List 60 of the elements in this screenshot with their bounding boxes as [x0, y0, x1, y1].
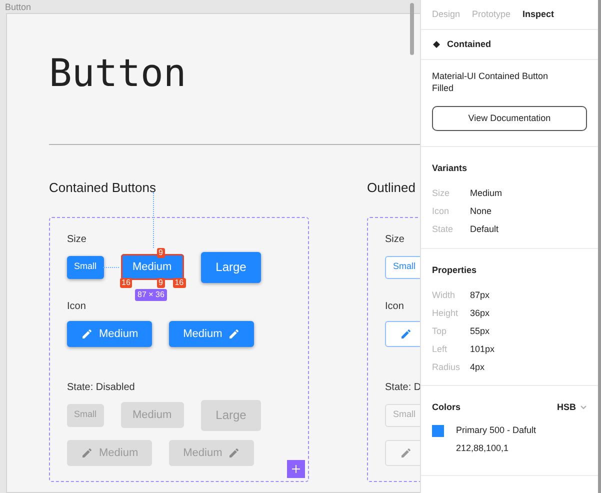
group-label: Icon	[67, 300, 87, 314]
property-value: Medium	[470, 186, 502, 200]
pencil-icon	[400, 328, 412, 340]
component-name: Contained	[447, 38, 491, 51]
button[interactable]: Medium	[67, 321, 152, 347]
pencil-icon	[400, 447, 412, 459]
button[interactable]: Medium	[169, 321, 254, 347]
page-title: Button	[49, 51, 186, 95]
group-label: State: Disabled	[67, 381, 136, 395]
panel-tab[interactable]: Design	[432, 8, 460, 22]
property-value: None	[470, 204, 492, 218]
chevron-down-icon	[580, 405, 587, 410]
color-value: 212,88,100,1	[456, 442, 510, 455]
pencil-icon	[228, 447, 240, 459]
component-icon	[433, 41, 440, 48]
property-label: Size	[432, 186, 451, 200]
group-label: Icon	[385, 300, 405, 314]
button[interactable]	[385, 321, 420, 347]
property-label: Icon	[432, 204, 450, 218]
property-value: 87px	[470, 288, 490, 302]
property-label: Top	[432, 324, 448, 338]
group-label: Size	[385, 233, 406, 247]
property-value: Default	[470, 222, 499, 236]
property-value: 55px	[470, 324, 490, 338]
button[interactable]: Small	[385, 256, 420, 278]
property-label: Radius	[432, 360, 462, 374]
section-heading: Variants	[432, 162, 468, 175]
color-name: Primary 500 - Dafult	[456, 424, 536, 437]
scrollbar-thumb[interactable]	[410, 3, 414, 55]
add-variant-button[interactable]	[287, 460, 305, 478]
pencil-icon	[228, 328, 240, 340]
spacing-label: 16	[120, 278, 132, 288]
size-label: 87 × 36	[134, 289, 168, 301]
section-heading: Contained Buttons	[49, 179, 157, 196]
property-value: 36px	[470, 306, 490, 320]
pencil-icon	[81, 328, 93, 340]
spacing-label: 16	[172, 278, 186, 288]
button[interactable]: Small	[67, 256, 104, 278]
property-value: 101px	[470, 342, 495, 356]
property-label: State	[432, 222, 454, 236]
group-label: Size	[67, 233, 88, 247]
panel-tab[interactable]: Prototype	[472, 8, 511, 22]
button[interactable]: Medium	[120, 254, 184, 280]
guide-line	[102, 267, 119, 268]
property-value: 4px	[470, 360, 485, 374]
section-heading: Colors	[432, 401, 461, 414]
panel-tab[interactable]: Inspect	[522, 8, 554, 22]
color-mode-dropdown[interactable]: HSB	[556, 401, 587, 414]
plus-icon	[292, 465, 300, 473]
button[interactable]: Large	[200, 252, 262, 282]
property-label: Left	[432, 342, 448, 356]
component-description: Material-UI Contained Button Filled	[432, 70, 550, 94]
view-documentation-button[interactable]: View Documentation	[432, 106, 587, 131]
property-label: Height	[432, 306, 460, 320]
property-label: Width	[432, 288, 456, 302]
frame-label: Button	[5, 1, 32, 14]
section-heading: Properties	[432, 264, 478, 277]
section-heading: Outlined	[367, 179, 416, 196]
pencil-icon	[81, 447, 93, 459]
guide-line	[152, 192, 154, 248]
